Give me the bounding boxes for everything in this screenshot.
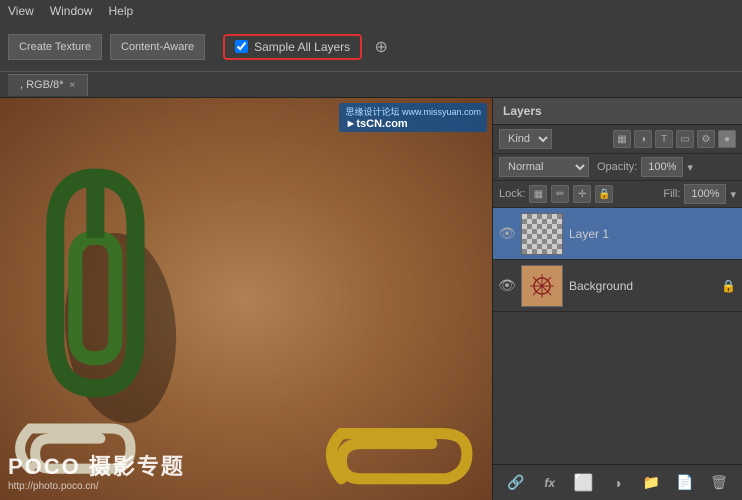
fill-label: Fill:: [663, 188, 680, 200]
kind-filter-icons: ▦ ◑ T ▭ ⚙ ●: [613, 130, 736, 148]
menu-bar: View Window Help: [0, 0, 742, 22]
background-eye-icon[interactable]: 👁: [499, 278, 515, 294]
opacity-dropdown-icon[interactable]: ▾: [687, 161, 693, 174]
fill-dropdown-icon[interactable]: ▾: [730, 188, 736, 201]
background-layer-name: Background: [569, 279, 715, 293]
layers-list: 👁 Layer 1 👁: [493, 208, 742, 464]
layers-bottom-toolbar: 🔗 fx ⬜ ◑ 📁 📄 🗑: [493, 464, 742, 500]
layer1-thumbnail: [521, 213, 563, 255]
sample-all-layers-checkbox[interactable]: [235, 40, 248, 53]
kind-filter-row: Kind ▦ ◑ T ▭ ⚙ ●: [493, 125, 742, 154]
watermark: POCO 摄影专题 http://photo.poco.cn/: [8, 449, 185, 492]
lock-brush-btn[interactable]: ✏: [551, 185, 569, 203]
layers-panel-header: Layers: [493, 98, 742, 125]
filter-smart-btn[interactable]: ⚙: [697, 130, 715, 148]
link-layers-button[interactable]: 🔗: [504, 471, 528, 495]
create-texture-button[interactable]: Create Texture: [8, 34, 102, 60]
toolbar: Create Texture Content-Aware Sample All …: [0, 22, 742, 72]
menu-window[interactable]: Window: [50, 4, 93, 18]
tab-label: , RGB/8*: [20, 79, 63, 91]
lock-label: Lock:: [499, 188, 525, 200]
lock-row: Lock: ▦ ✏ ✛ 🔒 Fill: ▾: [493, 181, 742, 208]
fill-input[interactable]: [684, 184, 726, 204]
tscn-watermark: 思缘设计论坛 www.missyuan.com ►tsCN.com: [339, 103, 487, 132]
layers-panel: Layers Kind ▦ ◑ T ▭ ⚙ ● Normal Opacity: …: [492, 98, 742, 500]
layer-item[interactable]: 👁 Layer 1: [493, 208, 742, 260]
layers-panel-title: Layers: [503, 104, 542, 118]
background-lock-icon: 🔒: [721, 279, 736, 293]
filter-shape-btn[interactable]: ▭: [676, 130, 694, 148]
opacity-label: Opacity:: [597, 161, 637, 173]
watermark-logo: POCO 摄影专题: [8, 449, 185, 481]
delete-layer-button[interactable]: 🗑: [707, 471, 731, 495]
new-layer-button[interactable]: 📄: [673, 471, 697, 495]
main-content: POCO 摄影专题 http://photo.poco.cn/ 思缘设计论坛 w…: [0, 98, 742, 500]
canvas-area[interactable]: POCO 摄影专题 http://photo.poco.cn/ 思缘设计论坛 w…: [0, 98, 492, 500]
opacity-input[interactable]: [641, 157, 683, 177]
add-mask-button[interactable]: ⬜: [572, 471, 596, 495]
lock-pixels-btn[interactable]: ▦: [529, 185, 547, 203]
layer1-name: Layer 1: [569, 227, 736, 241]
blend-mode-select[interactable]: Normal: [499, 157, 589, 177]
background-thumbnail-art: [522, 266, 562, 306]
blend-opacity-row: Normal Opacity: ▾: [493, 154, 742, 181]
filter-pixel-btn[interactable]: ▦: [613, 130, 631, 148]
new-group-button[interactable]: 📁: [639, 471, 663, 495]
menu-view[interactable]: View: [8, 4, 34, 18]
layer1-eye-icon[interactable]: 👁: [499, 226, 515, 242]
fx-button[interactable]: fx: [538, 471, 562, 495]
filter-text-btn[interactable]: T: [655, 130, 673, 148]
menu-help[interactable]: Help: [108, 4, 133, 18]
sample-all-layers-label: Sample All Layers: [254, 40, 350, 54]
canvas-image: POCO 摄影专题 http://photo.poco.cn/ 思缘设计论坛 w…: [0, 98, 492, 500]
sample-all-layers-group: Sample All Layers: [223, 34, 362, 60]
layer-item[interactable]: 👁 Background 🔒: [493, 260, 742, 312]
tab-close-button[interactable]: ×: [69, 80, 75, 91]
background-thumbnail: [521, 265, 563, 307]
document-tab[interactable]: , RGB/8* ×: [8, 74, 88, 96]
target-icon[interactable]: ⊕: [370, 36, 392, 58]
tab-bar: , RGB/8* ×: [0, 72, 742, 98]
content-aware-button[interactable]: Content-Aware: [110, 34, 205, 60]
lock-position-btn[interactable]: ✛: [573, 185, 591, 203]
filter-adjust-btn[interactable]: ◑: [634, 130, 652, 148]
adjustment-button[interactable]: ◑: [605, 471, 629, 495]
watermark-url: http://photo.poco.cn/: [8, 481, 185, 492]
lock-all-btn[interactable]: 🔒: [595, 185, 613, 203]
filter-toggle-btn[interactable]: ●: [718, 130, 736, 148]
kind-select[interactable]: Kind: [499, 129, 552, 149]
